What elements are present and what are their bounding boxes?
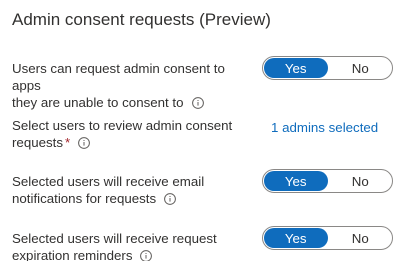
label-line: notifications for requests bbox=[12, 190, 252, 207]
row-user-request-consent-label: Users can request admin consent to apps … bbox=[12, 60, 252, 111]
required-indicator: * bbox=[65, 135, 71, 150]
info-icon[interactable] bbox=[78, 137, 91, 149]
expiration-reminders-toggle[interactable]: Yes No bbox=[262, 226, 393, 250]
section-title: Admin consent requests (Preview) bbox=[12, 10, 271, 29]
admins-selected-link[interactable]: 1 admins selected bbox=[271, 120, 378, 135]
label-line: Users can request admin consent to apps bbox=[12, 61, 225, 93]
info-icon[interactable] bbox=[140, 250, 153, 261]
label-line: Selected users will receive request bbox=[12, 231, 217, 246]
toggle-no-option[interactable]: No bbox=[329, 170, 393, 192]
label-text: expiration reminders bbox=[12, 248, 133, 261]
info-icon[interactable] bbox=[191, 97, 204, 109]
label-line: they are unable to consent to bbox=[12, 94, 252, 111]
row-reviewers-label: Select users to review admin consent req… bbox=[12, 117, 252, 151]
toggle-yes-option[interactable]: Yes bbox=[264, 171, 328, 191]
label-text: they are unable to consent to bbox=[12, 95, 184, 110]
toggle-no-option[interactable]: No bbox=[329, 57, 393, 79]
label-text: requests bbox=[12, 135, 63, 150]
label-line: Select users to review admin consent bbox=[12, 118, 233, 133]
label-line: requests * bbox=[12, 134, 252, 151]
toggle-yes-option[interactable]: Yes bbox=[264, 228, 328, 248]
info-icon[interactable] bbox=[164, 193, 177, 205]
label-line: expiration reminders bbox=[12, 247, 252, 261]
row-email-notifications-label: Selected users will receive email notifi… bbox=[12, 173, 252, 207]
label-line: Selected users will receive email bbox=[12, 174, 205, 189]
user-request-consent-toggle[interactable]: Yes No bbox=[262, 56, 393, 80]
label-text: notifications for requests bbox=[12, 191, 157, 206]
row-expiration-reminders-label: Selected users will receive request expi… bbox=[12, 230, 252, 261]
email-notifications-toggle[interactable]: Yes No bbox=[262, 169, 393, 193]
toggle-no-option[interactable]: No bbox=[329, 227, 393, 249]
toggle-yes-option[interactable]: Yes bbox=[264, 58, 328, 78]
admin-consent-panel: Admin consent requests (Preview) Users c… bbox=[0, 0, 416, 261]
